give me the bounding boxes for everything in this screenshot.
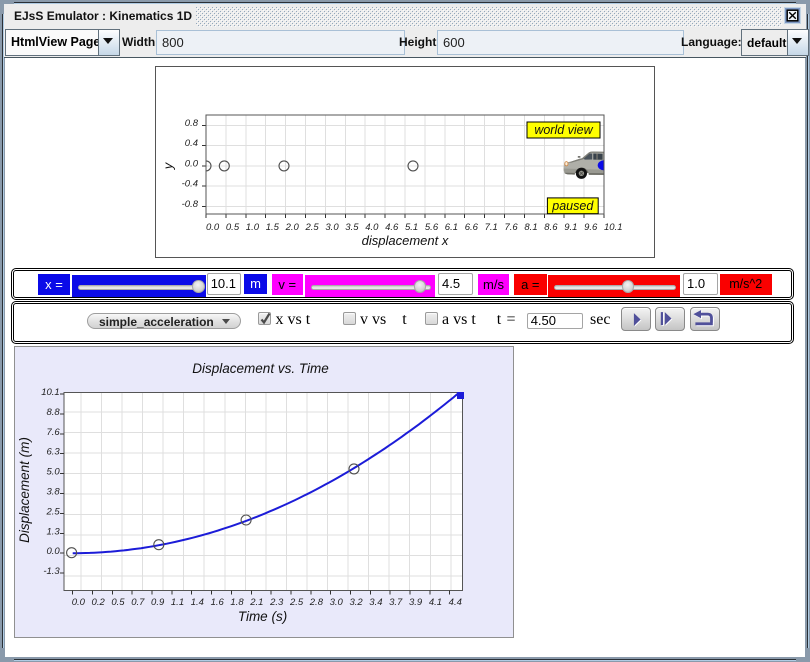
svg-text:9.1: 9.1 (564, 222, 577, 233)
svg-text:-0.4: -0.4 (182, 179, 198, 190)
svg-text:2.5: 2.5 (45, 506, 60, 517)
svg-text:0.7: 0.7 (131, 597, 145, 608)
svg-text:4.4: 4.4 (448, 597, 461, 608)
svg-text:9.6: 9.6 (584, 222, 598, 233)
svg-text:6.3: 6.3 (46, 446, 60, 457)
svg-text:7.6: 7.6 (46, 426, 60, 437)
svg-text:0.0: 0.0 (46, 546, 60, 557)
svg-text:3.8: 3.8 (46, 486, 60, 497)
svg-text:2.5: 2.5 (305, 222, 320, 233)
svg-text:5.0: 5.0 (46, 466, 60, 477)
svg-text:7.6: 7.6 (505, 222, 519, 233)
svg-text:0.8: 0.8 (185, 118, 199, 129)
svg-text:1.0: 1.0 (246, 222, 260, 233)
svg-text:3.5: 3.5 (345, 222, 359, 233)
svg-text:0.0: 0.0 (206, 222, 220, 233)
svg-text:3.0: 3.0 (325, 222, 339, 233)
svg-text:8.8: 8.8 (46, 406, 60, 417)
svg-text:Displacement vs. Time: Displacement vs. Time (192, 361, 328, 376)
svg-text:0.5: 0.5 (226, 222, 240, 233)
svg-text:3.7: 3.7 (389, 597, 403, 608)
svg-text:6.6: 6.6 (465, 222, 479, 233)
svg-text:5.6: 5.6 (425, 222, 439, 233)
svg-text:8.1: 8.1 (524, 222, 537, 233)
svg-text:10.1: 10.1 (604, 222, 623, 233)
svg-text:1.3: 1.3 (46, 526, 60, 537)
svg-text:2.1: 2.1 (249, 597, 263, 608)
svg-text:Displacement (m): Displacement (m) (17, 437, 32, 543)
svg-text:displacement x: displacement x (362, 233, 449, 248)
svg-text:6.1: 6.1 (445, 222, 458, 233)
svg-text:0.2: 0.2 (91, 597, 105, 608)
svg-text:Time (s): Time (s) (237, 609, 286, 624)
svg-text:-0.8: -0.8 (182, 199, 199, 210)
svg-text:3.9: 3.9 (408, 597, 422, 608)
svg-text:0.9: 0.9 (151, 597, 165, 608)
svg-text:3.0: 3.0 (329, 597, 343, 608)
svg-text:2.3: 2.3 (269, 597, 284, 608)
svg-text:1.4: 1.4 (190, 597, 203, 608)
svg-text:2.5: 2.5 (288, 597, 303, 608)
svg-text:1.5: 1.5 (266, 222, 280, 233)
svg-text:5.1: 5.1 (405, 222, 418, 233)
svg-text:3.2: 3.2 (349, 597, 363, 608)
svg-text:2.0: 2.0 (285, 222, 300, 233)
svg-text:0.0: 0.0 (185, 158, 199, 169)
svg-text:1.8: 1.8 (230, 597, 244, 608)
svg-text:8.6: 8.6 (544, 222, 558, 233)
svg-text:paused: paused (551, 199, 594, 213)
svg-text:7.1: 7.1 (485, 222, 498, 233)
svg-text:0.5: 0.5 (111, 597, 125, 608)
svg-text:0.4: 0.4 (185, 138, 198, 149)
svg-text:world view: world view (534, 123, 593, 137)
svg-text:1.6: 1.6 (210, 597, 224, 608)
svg-text:4.6: 4.6 (385, 222, 399, 233)
svg-text:0.0: 0.0 (71, 597, 85, 608)
svg-text:-1.3: -1.3 (43, 566, 60, 577)
svg-text:4.0: 4.0 (365, 222, 379, 233)
svg-text:2.8: 2.8 (308, 597, 323, 608)
svg-text:1.1: 1.1 (170, 597, 183, 608)
svg-text:4.1: 4.1 (428, 597, 441, 608)
svg-text:10.1: 10.1 (41, 387, 60, 398)
svg-text:3.4: 3.4 (369, 597, 382, 608)
